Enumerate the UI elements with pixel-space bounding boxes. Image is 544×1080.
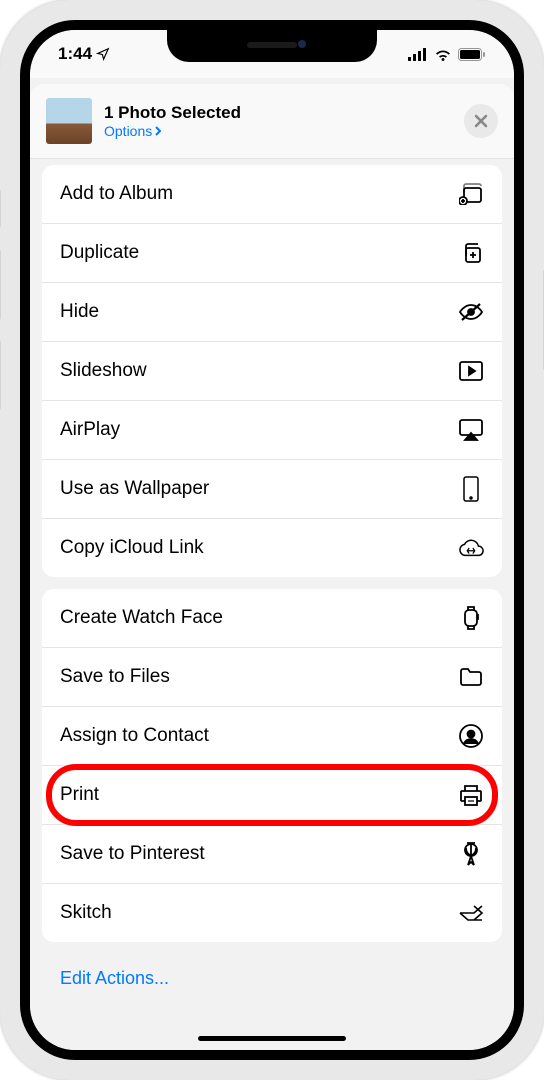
- action-label: Create Watch Face: [60, 607, 223, 629]
- status-time: 1:44: [58, 44, 92, 64]
- action-wallpaper[interactable]: Use as Wallpaper: [42, 460, 502, 519]
- skitch-icon: [458, 900, 484, 926]
- chevron-right-icon: [154, 126, 162, 136]
- action-group-2: Create Watch Face Save to Files: [42, 589, 502, 942]
- notch: [167, 30, 377, 62]
- close-button[interactable]: [464, 104, 498, 138]
- action-label: Duplicate: [60, 242, 139, 264]
- options-label: Options: [104, 123, 152, 139]
- wifi-icon: [434, 48, 452, 61]
- photo-thumbnail[interactable]: [46, 98, 92, 144]
- action-airplay[interactable]: AirPlay: [42, 401, 502, 460]
- phone-frame: 1:44 1 Photo Selected Options: [0, 0, 544, 1080]
- action-duplicate[interactable]: Duplicate: [42, 224, 502, 283]
- duplicate-icon: [458, 240, 484, 266]
- action-label: AirPlay: [60, 419, 120, 441]
- action-print[interactable]: Print: [42, 766, 502, 825]
- action-label: Hide: [60, 301, 99, 323]
- action-watch-face[interactable]: Create Watch Face: [42, 589, 502, 648]
- action-label: Use as Wallpaper: [60, 478, 209, 500]
- action-skitch[interactable]: Skitch: [42, 884, 502, 942]
- wallpaper-icon: [458, 476, 484, 502]
- options-button[interactable]: Options: [104, 123, 452, 139]
- share-title: 1 Photo Selected: [104, 103, 452, 123]
- contact-icon: [458, 723, 484, 749]
- icloud-link-icon: [458, 535, 484, 561]
- action-assign-contact[interactable]: Assign to Contact: [42, 707, 502, 766]
- action-save-files[interactable]: Save to Files: [42, 648, 502, 707]
- highlight-annotation: [46, 764, 498, 826]
- action-label: Assign to Contact: [60, 725, 209, 747]
- battery-icon: [458, 48, 486, 61]
- pin-icon: [458, 841, 484, 867]
- airplay-icon: [458, 417, 484, 443]
- action-label: Save to Files: [60, 666, 170, 688]
- action-slideshow[interactable]: Slideshow: [42, 342, 502, 401]
- action-label: Skitch: [60, 902, 112, 924]
- watch-icon: [458, 605, 484, 631]
- action-hide[interactable]: Hide: [42, 283, 502, 342]
- volume-down: [0, 340, 1, 410]
- volume-up: [0, 250, 1, 320]
- edit-actions-button[interactable]: Edit Actions...: [42, 954, 502, 1003]
- album-add-icon: [458, 181, 484, 207]
- action-label: Print: [60, 784, 99, 806]
- folder-icon: [458, 664, 484, 690]
- action-label: Save to Pinterest: [60, 843, 205, 865]
- hide-icon: [458, 299, 484, 325]
- cellular-signal-icon: [408, 48, 428, 61]
- action-label: Slideshow: [60, 360, 147, 382]
- action-add-to-album[interactable]: Add to Album: [42, 165, 502, 224]
- location-arrow-icon: [96, 47, 110, 61]
- action-group-1: Add to Album Duplicate Hid: [42, 165, 502, 577]
- share-header: 1 Photo Selected Options: [30, 84, 514, 159]
- action-icloud-link[interactable]: Copy iCloud Link: [42, 519, 502, 577]
- close-icon: [474, 114, 488, 128]
- action-pinterest[interactable]: Save to Pinterest: [42, 825, 502, 884]
- mute-switch: [0, 190, 1, 228]
- printer-icon: [458, 782, 484, 808]
- action-label: Add to Album: [60, 183, 173, 205]
- home-indicator[interactable]: [198, 1036, 346, 1041]
- action-label: Copy iCloud Link: [60, 537, 204, 559]
- play-icon: [458, 358, 484, 384]
